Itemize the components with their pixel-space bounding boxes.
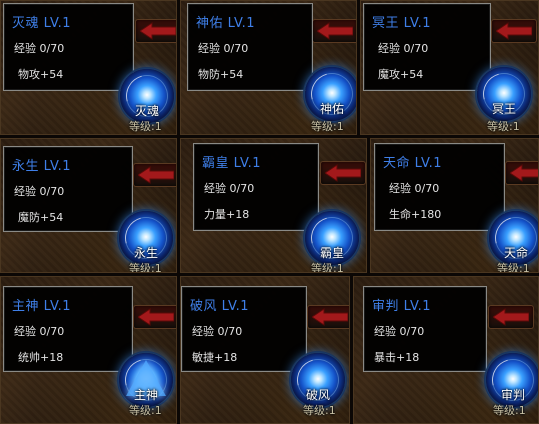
orb-label: 永生: [133, 246, 158, 260]
skill-stat: 生命+180: [389, 208, 442, 221]
skill-level: 等级:1: [493, 404, 526, 417]
skill-cell-shen-you: 神佑 LV.1 经验 0/70 物防+54 神佑 等级:1: [180, 0, 357, 135]
skill-title: 审判 LV.1: [372, 299, 432, 314]
skill-orb-icon[interactable]: 主神: [119, 353, 173, 407]
skill-stat: 魔攻+54: [378, 68, 424, 81]
orb-label: 天命: [503, 246, 528, 260]
red-arrow-icon: [135, 19, 176, 43]
orb-label: 冥王: [491, 102, 516, 116]
skill-orb-icon[interactable]: 破风: [291, 353, 345, 407]
skill-tooltip: 主神 LV.1 经验 0/70 统帅+18: [3, 286, 133, 372]
orb-label: 主神: [133, 388, 158, 402]
skill-title: 神佑 LV.1: [196, 16, 256, 31]
skill-level: 等级:1: [311, 262, 344, 273]
skill-level: 等级:1: [129, 404, 162, 417]
skill-cell-po-feng: 破风 LV.1 经验 0/70 敏捷+18 破风 等级:1: [180, 276, 350, 424]
skill-exp: 经验 0/70: [14, 185, 65, 198]
skill-exp: 经验 0/70: [378, 42, 429, 55]
orb-label: 审判: [500, 388, 525, 402]
skill-title: 主神 LV.1: [12, 299, 72, 314]
skill-tooltip: 神佑 LV.1 经验 0/70 物防+54: [187, 3, 313, 91]
skill-cell-ba-huang: 霸皇 LV.1 经验 0/70 力量+18 霸皇 等级:1: [180, 138, 367, 273]
skill-level: 等级:1: [311, 120, 344, 133]
skill-stat: 物防+54: [198, 68, 244, 81]
skill-tooltip: 冥王 LV.1 经验 0/70 魔攻+54: [363, 3, 491, 91]
skill-exp: 经验 0/70: [14, 42, 65, 55]
skill-tooltip: 天命 LV.1 经验 0/70 生命+180: [374, 143, 505, 231]
skill-stat: 暴击+18: [374, 351, 420, 364]
skill-exp: 经验 0/70: [204, 182, 255, 195]
red-arrow-icon: [133, 163, 176, 187]
skill-exp: 经验 0/70: [389, 182, 440, 195]
skill-level: 等级:1: [129, 120, 162, 133]
skill-exp: 经验 0/70: [198, 42, 249, 55]
skill-tooltip: 灭魂 LV.1 经验 0/70 物攻+54: [3, 3, 134, 91]
red-arrow-icon: [133, 305, 176, 329]
skill-title: 冥王 LV.1: [372, 16, 432, 31]
skill-cell-zhu-shen: 主神 LV.1 经验 0/70 统帅+18 主神 等级:1: [0, 276, 177, 424]
skill-exp: 经验 0/70: [374, 325, 425, 338]
skill-orb-icon[interactable]: 审判: [486, 353, 538, 407]
skill-cell-shen-pan: 审判 LV.1 经验 0/70 暴击+18 审判 等级:1: [353, 276, 539, 424]
skill-tooltip: 审判 LV.1 经验 0/70 暴击+18: [363, 286, 487, 372]
skill-exp: 经验 0/70: [192, 325, 243, 338]
skill-level: 等级:1: [487, 120, 520, 133]
skill-title: 破风 LV.1: [190, 299, 250, 314]
skill-level: 等级:1: [129, 262, 162, 273]
skill-tooltip: 永生 LV.1 经验 0/70 魔防+54: [3, 146, 133, 232]
skill-stat: 魔防+54: [18, 211, 64, 224]
skill-title: 永生 LV.1: [12, 159, 72, 174]
skill-orb-icon[interactable]: 霸皇: [305, 211, 359, 265]
skill-orb-icon[interactable]: 冥王: [477, 67, 531, 121]
skill-stat: 统帅+18: [18, 351, 64, 364]
skill-cell-yong-sheng: 永生 LV.1 经验 0/70 魔防+54 永生 等级:1: [0, 138, 177, 273]
red-arrow-icon: [505, 161, 538, 185]
skill-stat: 物攻+54: [18, 68, 64, 81]
orb-label: 神佑: [319, 102, 344, 116]
red-arrow-icon: [488, 305, 534, 329]
red-arrow-icon: [307, 305, 349, 329]
skill-orb-icon[interactable]: 灭魂: [120, 69, 174, 123]
orb-label: 霸皇: [319, 246, 344, 260]
orb-label: 破风: [305, 388, 330, 402]
red-arrow-icon: [320, 161, 366, 185]
skill-orb-icon[interactable]: 永生: [119, 211, 173, 265]
red-arrow-icon: [312, 19, 356, 43]
skill-title: 灭魂 LV.1: [12, 16, 72, 31]
skill-tooltip: 破风 LV.1 经验 0/70 敏捷+18: [181, 286, 307, 372]
skill-stat: 敏捷+18: [192, 351, 238, 364]
skill-orb-icon[interactable]: 天命: [489, 211, 538, 265]
skill-cell-ming-wang: 冥王 LV.1 经验 0/70 魔攻+54 冥王 等级:1: [360, 0, 539, 135]
red-arrow-icon: [491, 19, 537, 43]
skill-exp: 经验 0/70: [14, 325, 65, 338]
skill-level: 等级:1: [303, 404, 336, 417]
skill-orb-icon[interactable]: 神佑: [305, 67, 356, 121]
skill-cell-mie-hun: 灭魂 LV.1 经验 0/70 物攻+54 灭魂 等级:1: [0, 0, 177, 135]
skill-cell-tian-ming: 天命 LV.1 经验 0/70 生命+180 天命 等级:1: [370, 138, 539, 273]
skill-level: 等级:1: [497, 262, 530, 273]
skill-stat: 力量+18: [204, 208, 250, 221]
skill-title: 霸皇 LV.1: [202, 156, 262, 171]
orb-label: 灭魂: [134, 104, 159, 118]
skill-title: 天命 LV.1: [383, 156, 443, 171]
skill-tooltip: 霸皇 LV.1 经验 0/70 力量+18: [193, 143, 319, 231]
